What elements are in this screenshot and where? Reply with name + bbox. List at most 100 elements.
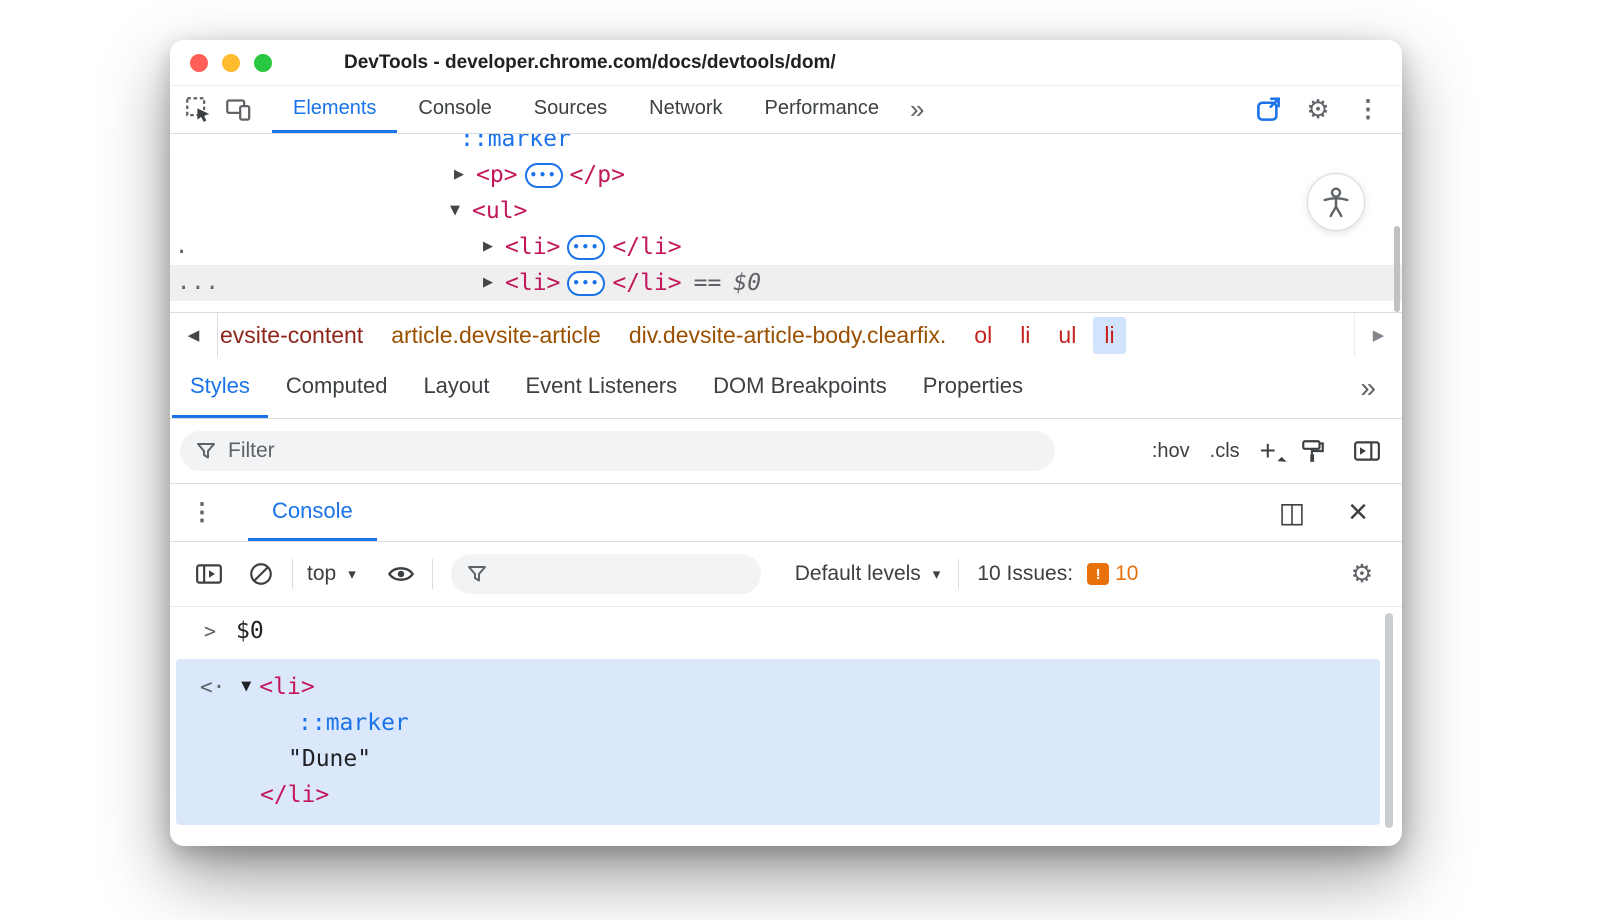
tab-performance[interactable]: Performance bbox=[744, 86, 901, 133]
device-toolbar-icon[interactable] bbox=[218, 86, 258, 133]
styles-filter-field[interactable] bbox=[180, 431, 1055, 471]
dom-tree-scrollbar[interactable] bbox=[1394, 226, 1400, 312]
crumb-li[interactable]: li bbox=[1009, 317, 1041, 354]
toggle-class-button[interactable]: .cls bbox=[1210, 440, 1240, 463]
return-value-icon: <· bbox=[200, 669, 225, 705]
rendering-brush-icon[interactable] bbox=[1296, 434, 1330, 468]
traffic-lights bbox=[190, 54, 272, 72]
clipped-text-fragment: ... bbox=[177, 265, 220, 301]
drawer-tab-console[interactable]: Console bbox=[248, 484, 377, 541]
dom-node-li-1[interactable]: . ▶ <li> ••• </li> bbox=[170, 229, 1402, 265]
collapse-arrow-icon[interactable]: ▼ bbox=[450, 193, 464, 229]
styles-sidebar-tabs: Styles Computed Layout Event Listeners D… bbox=[170, 357, 1402, 419]
console-filter-field[interactable] bbox=[451, 554, 761, 594]
console-scrollbar[interactable] bbox=[1385, 613, 1393, 828]
toolbar-right-actions: ⚙ ⋮ bbox=[1248, 86, 1388, 133]
settings-gear-icon[interactable]: ⚙ bbox=[1298, 90, 1338, 130]
clipped-text-fragment: . bbox=[175, 229, 188, 265]
log-levels-selector[interactable]: Default levels ▾ bbox=[795, 562, 941, 586]
more-sidebar-tabs-icon[interactable]: » bbox=[1334, 357, 1402, 418]
result-line-marker: ::marker bbox=[176, 705, 1380, 741]
screenshot-stage: DevTools - developer.chrome.com/docs/dev… bbox=[0, 0, 1600, 920]
show-console-sidebar-icon[interactable] bbox=[192, 557, 226, 591]
tab-computed[interactable]: Computed bbox=[268, 357, 406, 418]
inline-ellipsis-button[interactable]: ••• bbox=[525, 163, 563, 188]
tab-properties[interactable]: Properties bbox=[905, 357, 1041, 418]
minimize-window-button[interactable] bbox=[222, 54, 240, 72]
tab-console[interactable]: Console bbox=[397, 86, 512, 133]
inspect-element-icon[interactable] bbox=[178, 86, 218, 133]
more-tabs-icon[interactable]: » bbox=[900, 86, 934, 133]
breadcrumb-strip: evsite-content article.devsite-article d… bbox=[218, 313, 1354, 357]
styles-filter-row: :hov .cls + bbox=[170, 419, 1402, 484]
console-drawer-header: ⋮ Console ◫ × bbox=[170, 484, 1402, 542]
styles-filter-input[interactable] bbox=[228, 439, 1039, 463]
window-title: DevTools - developer.chrome.com/docs/dev… bbox=[344, 52, 836, 74]
dom-node-marker-clipped[interactable]: ::marker bbox=[170, 134, 1402, 157]
dom-node-ul[interactable]: ▼ <ul> bbox=[170, 193, 1402, 229]
chevron-down-icon: ▾ bbox=[348, 565, 356, 583]
zoom-window-button[interactable] bbox=[254, 54, 272, 72]
toggle-hover-state-button[interactable]: :hov bbox=[1152, 440, 1190, 463]
accessibility-overlay-button[interactable] bbox=[1307, 173, 1365, 231]
dom-node-p[interactable]: ▶ <p> ••• </p> bbox=[170, 157, 1402, 193]
breadcrumb-next-icon[interactable]: ▶ bbox=[1354, 313, 1402, 357]
tab-sources[interactable]: Sources bbox=[513, 86, 628, 133]
main-toolbar: Elements Console Sources Network Perform… bbox=[170, 86, 1402, 134]
toggle-sidebar-icon[interactable] bbox=[1350, 434, 1384, 468]
crumb-devsite-content[interactable]: evsite-content bbox=[218, 317, 374, 354]
tab-layout[interactable]: Layout bbox=[405, 357, 507, 418]
toolbar-divider bbox=[292, 559, 293, 589]
crumb-li-selected[interactable]: li bbox=[1093, 317, 1125, 354]
toolbar-divider bbox=[432, 559, 433, 589]
issues-badge: ! 10 bbox=[1087, 562, 1138, 586]
eye-icon[interactable] bbox=[384, 557, 418, 591]
console-toolbar: top ▾ Default levels ▾ bbox=[170, 542, 1402, 607]
drawer-kebab-menu-icon[interactable]: ⋮ bbox=[180, 484, 224, 541]
breadcrumb: ◀ evsite-content article.devsite-article… bbox=[170, 312, 1402, 357]
tab-network[interactable]: Network bbox=[628, 86, 743, 133]
crumb-article-body[interactable]: div.devsite-article-body.clearfix. bbox=[618, 317, 957, 354]
split-panel-icon[interactable]: ◫ bbox=[1272, 493, 1312, 533]
devtools-window: DevTools - developer.chrome.com/docs/dev… bbox=[170, 40, 1402, 846]
new-style-rule-button[interactable]: + bbox=[1260, 437, 1276, 465]
expand-arrow-icon[interactable]: ▶ bbox=[483, 229, 497, 265]
inline-ellipsis-button[interactable]: ••• bbox=[567, 235, 605, 260]
result-line-text: "Dune" bbox=[176, 741, 1380, 777]
result-line-close: </li> bbox=[176, 777, 1380, 813]
sync-icon[interactable] bbox=[1248, 90, 1288, 130]
tab-elements[interactable]: Elements bbox=[272, 86, 397, 133]
collapse-arrow-icon[interactable]: ▼ bbox=[241, 669, 251, 705]
expand-arrow-icon[interactable]: ▶ bbox=[483, 265, 497, 301]
dom-node-li-selected[interactable]: ... ▶ <li> ••• </li> == $0 bbox=[170, 265, 1402, 301]
funnel-icon bbox=[196, 442, 216, 460]
toolbar-divider bbox=[958, 559, 959, 589]
kebab-menu-icon[interactable]: ⋮ bbox=[1348, 90, 1388, 130]
tab-dom-breakpoints[interactable]: DOM Breakpoints bbox=[695, 357, 905, 418]
crumb-ul[interactable]: ul bbox=[1047, 317, 1087, 354]
dollar-zero-badge: $0 bbox=[733, 265, 761, 301]
console-result-block[interactable]: <· ▼ <li> ::marker "Dune" </li> bbox=[176, 659, 1380, 825]
result-line-open: <· ▼ <li> bbox=[176, 669, 1380, 705]
breadcrumb-prev-icon[interactable]: ◀ bbox=[170, 313, 218, 357]
execution-context-selector[interactable]: top ▾ bbox=[307, 562, 356, 586]
tab-event-listeners[interactable]: Event Listeners bbox=[508, 357, 696, 418]
console-evaluated-expression: > $0 bbox=[170, 607, 1402, 655]
styles-filter-actions: :hov .cls + bbox=[1152, 434, 1384, 468]
crumb-article[interactable]: article.devsite-article bbox=[380, 317, 612, 354]
funnel-icon bbox=[467, 565, 487, 583]
close-window-button[interactable] bbox=[190, 54, 208, 72]
dom-tree-panel: ::marker ▶ <p> ••• </p> ▼ <ul> . ▶ <li> … bbox=[170, 134, 1402, 312]
inline-ellipsis-button[interactable]: ••• bbox=[567, 271, 605, 296]
panel-tabs: Elements Console Sources Network Perform… bbox=[272, 86, 900, 133]
issues-counter[interactable]: 10 Issues: ! 10 bbox=[977, 562, 1138, 586]
console-settings-gear-icon[interactable]: ⚙ bbox=[1342, 554, 1382, 594]
clear-console-icon[interactable] bbox=[244, 557, 278, 591]
tab-styles[interactable]: Styles bbox=[172, 357, 268, 418]
close-drawer-icon[interactable]: × bbox=[1338, 493, 1378, 533]
console-prompt-icon: > bbox=[204, 619, 216, 643]
expand-arrow-icon[interactable]: ▶ bbox=[454, 157, 468, 193]
chevron-down-icon: ▾ bbox=[933, 565, 941, 583]
crumb-ol[interactable]: ol bbox=[963, 317, 1003, 354]
drawer-actions: ◫ × bbox=[1272, 484, 1378, 541]
